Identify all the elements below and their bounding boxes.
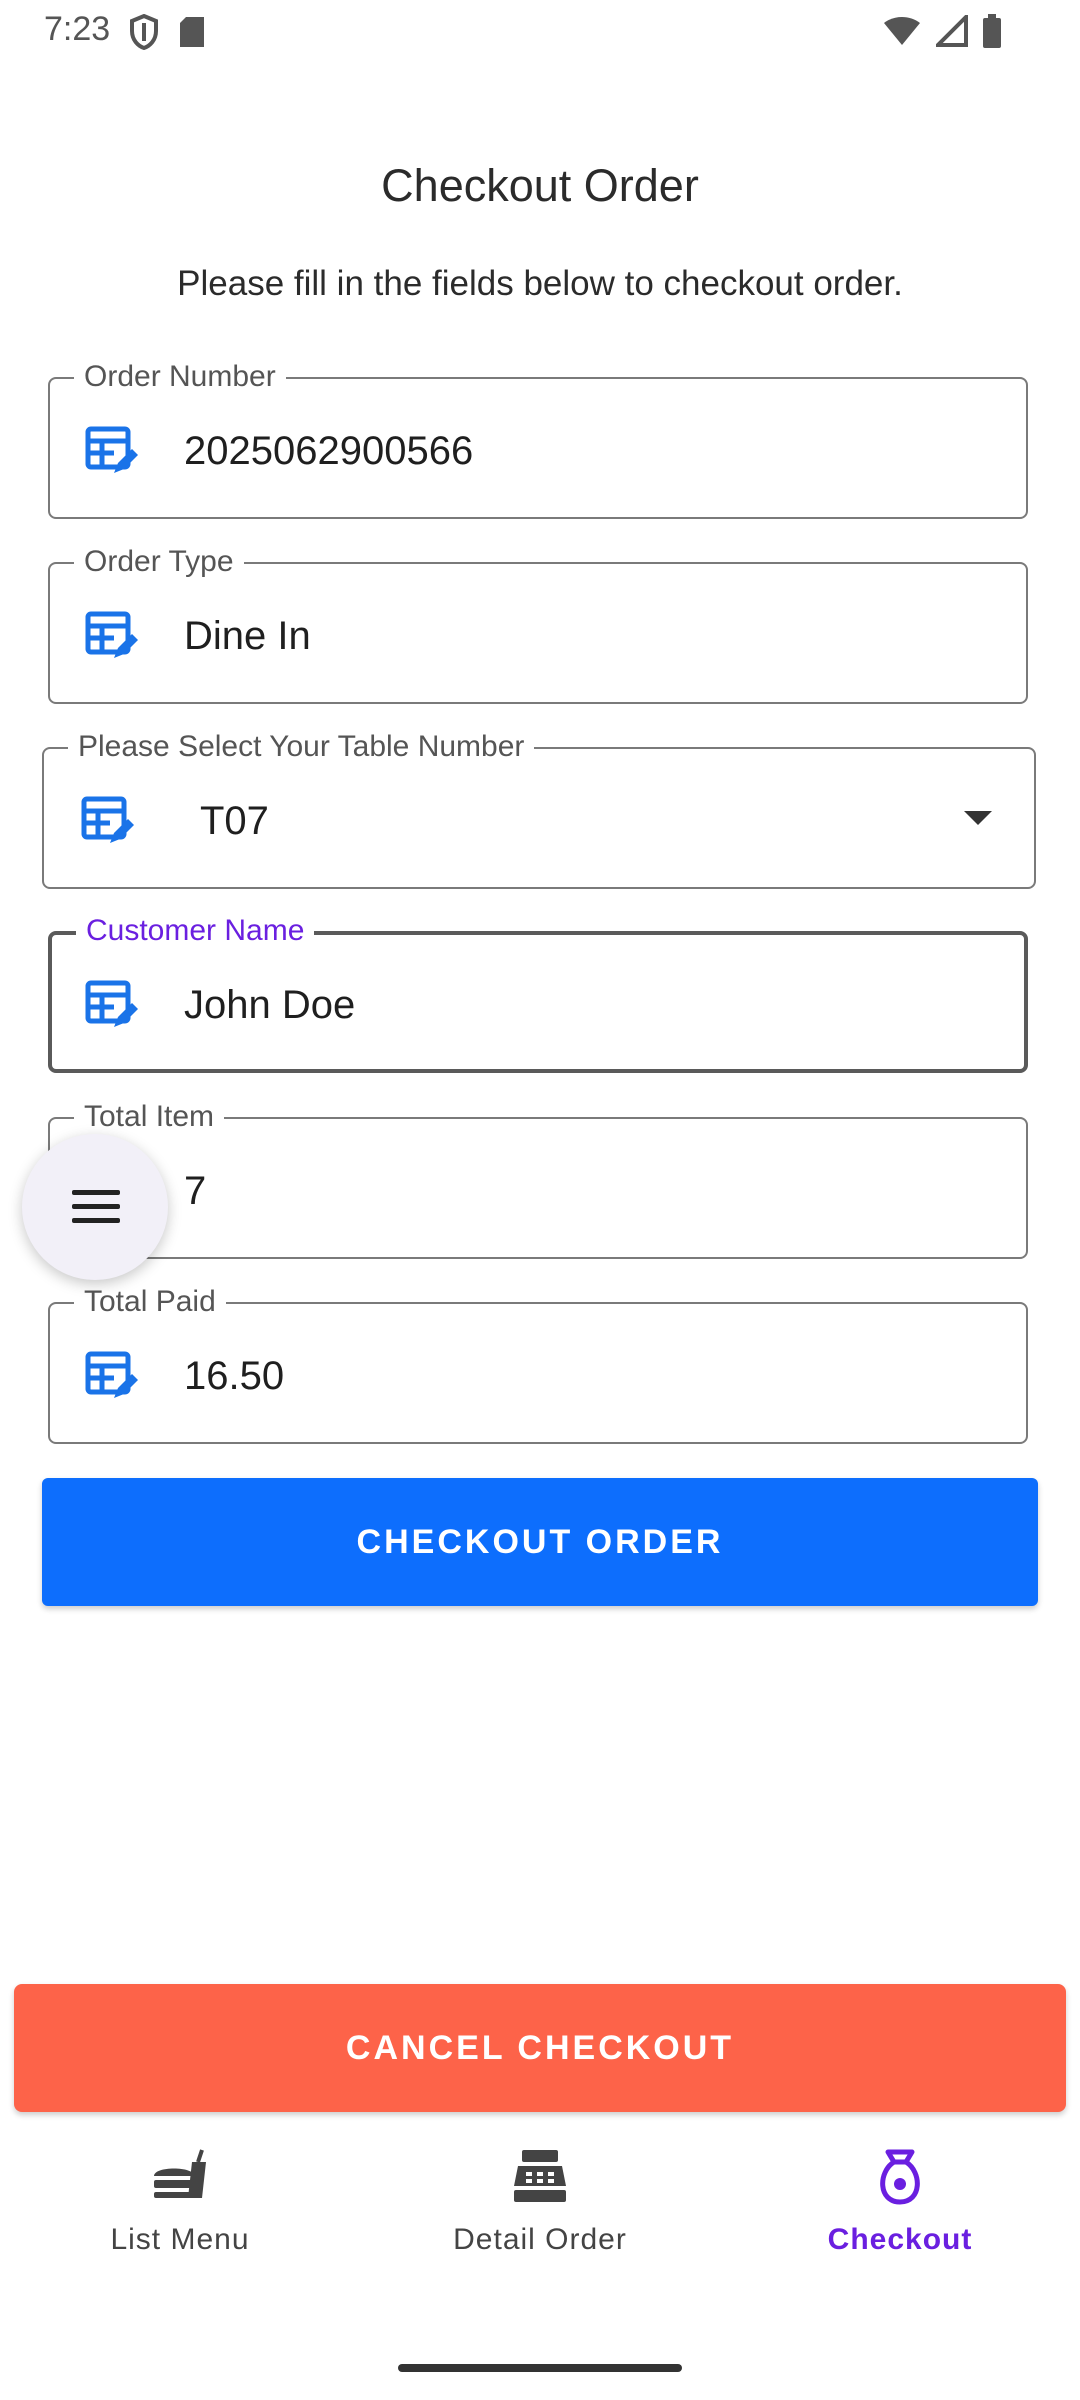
order-type-label: Order Type: [74, 546, 244, 578]
order-type-field[interactable]: Order Type Dine In: [48, 546, 1028, 704]
sd-card-icon: [180, 17, 204, 47]
total-item-value: 7: [184, 1169, 207, 1213]
edit-table-icon: [85, 611, 138, 658]
nav-item-list-menu[interactable]: List Menu: [0, 2146, 360, 2296]
menu-icon: [72, 1190, 120, 1232]
bottom-navigation: List Menu Detail Order Checkout: [0, 2126, 1080, 2326]
status-time: 7:23: [44, 10, 111, 48]
order-number-value: 2025062900566: [184, 429, 474, 473]
signal-icon: [936, 15, 968, 47]
nav-label-detail-order: Detail Order: [453, 2223, 627, 2256]
order-number-field[interactable]: Order Number 2025062900566: [48, 361, 1028, 519]
nav-item-detail-order[interactable]: Detail Order: [360, 2146, 720, 2296]
nav-label-checkout: Checkout: [827, 2223, 973, 2256]
dropdown-arrow-icon[interactable]: [964, 811, 992, 825]
battery-icon: [983, 14, 1001, 48]
order-number-label: Order Number: [74, 361, 286, 393]
table-number-value: T07: [200, 799, 269, 843]
total-paid-label: Total Paid: [74, 1286, 226, 1318]
nav-item-checkout[interactable]: Checkout: [720, 2146, 1080, 2296]
checkout-order-button[interactable]: CHECKOUT ORDER: [42, 1478, 1038, 1606]
edit-table-icon: [81, 796, 134, 843]
edit-table-icon: [85, 1351, 138, 1398]
nav-label-list-menu: List Menu: [110, 2223, 250, 2256]
edit-table-icon: [85, 426, 138, 473]
shield-icon: [130, 14, 158, 50]
customer-name-label: Customer Name: [76, 915, 315, 947]
table-number-label: Please Select Your Table Number: [68, 731, 535, 763]
wifi-icon: [884, 17, 920, 45]
total-paid-field[interactable]: Total Paid 16.50: [48, 1286, 1028, 1444]
money-bag-icon: [880, 2149, 920, 2205]
edit-table-icon: [85, 980, 138, 1027]
page-title: Checkout Order: [381, 160, 699, 211]
customer-name-value: John Doe: [184, 983, 356, 1027]
menu-fab-button[interactable]: [22, 1134, 168, 1280]
customer-name-field[interactable]: Customer Name John Doe: [48, 915, 1028, 1073]
cancel-checkout-button[interactable]: CANCEL CHECKOUT: [14, 1984, 1066, 2112]
table-number-dropdown[interactable]: Please Select Your Table Number T07: [42, 731, 1036, 889]
order-type-value: Dine In: [184, 614, 311, 658]
home-indicator[interactable]: [398, 2364, 682, 2372]
page-subtitle: Please fill in the fields below to check…: [177, 264, 903, 303]
total-item-label: Total Item: [74, 1101, 225, 1133]
cash-register-icon: [514, 2150, 566, 2202]
total-item-field[interactable]: Total Item 7: [48, 1101, 1028, 1259]
fastfood-icon: [154, 2149, 206, 2198]
status-bar: 7:23: [0, 0, 1080, 64]
total-paid-value: 16.50: [184, 1354, 285, 1398]
